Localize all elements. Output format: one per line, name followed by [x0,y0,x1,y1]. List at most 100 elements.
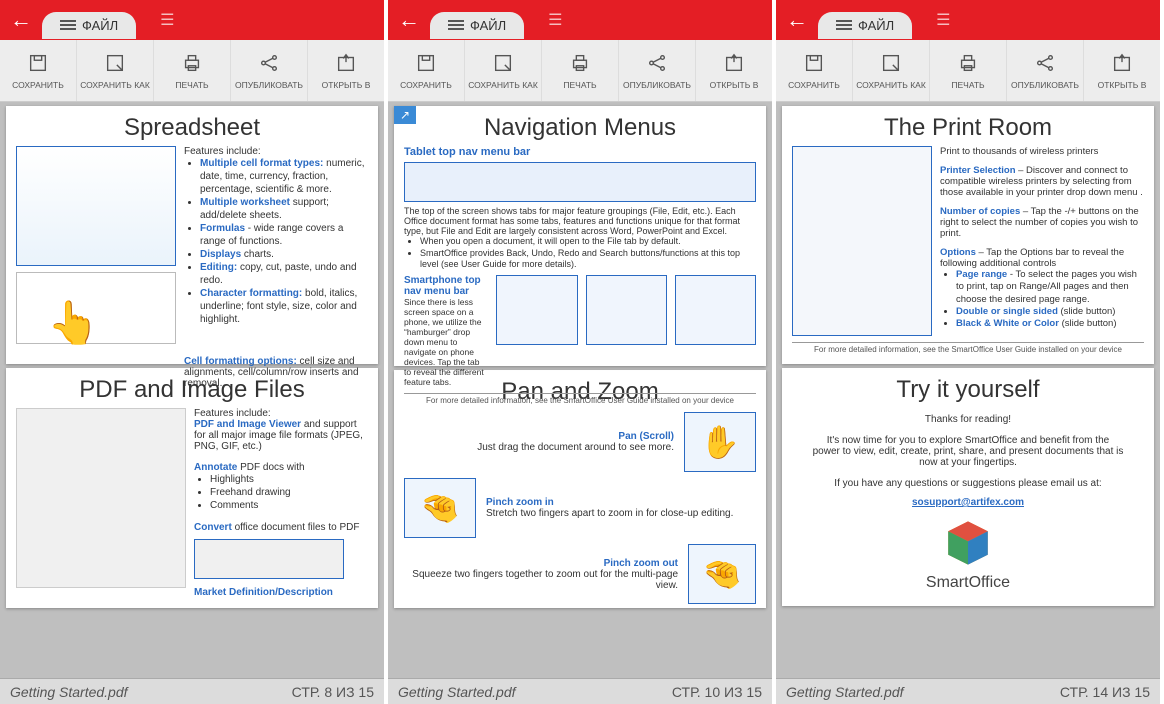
save-icon [27,52,49,78]
list: When you open a document, it will open t… [404,236,756,271]
back-icon[interactable]: ← [398,7,420,33]
topbar: ← ФАЙЛ ☰ [776,0,1160,40]
phone-screen-2: ← ФАЙЛ ☰ СОХРАНИТЬ СОХРАНИТЬ КАК ПЕЧАТЬ … [388,0,776,704]
screenshot-thumb [194,539,344,579]
status-bar: Getting Started.pdf СТР. 8 ИЗ 15 [0,678,384,704]
hand-icon: ✋ [700,423,740,461]
save-as-icon [492,52,514,78]
hamburger-icon [448,18,464,32]
print-icon [957,52,979,78]
open-in-icon [723,52,745,78]
file-tab-label: ФАЙЛ [82,18,118,33]
screenshot-thumb [16,408,186,588]
save-button[interactable]: СОХРАНИТЬ [388,40,465,101]
publish-button[interactable]: ОПУБЛИКОВАТЬ [1007,40,1084,101]
pdf-page-spreadsheet: Spreadsheet 👆 Features include: Multiple… [6,106,378,364]
open-in-icon [335,52,357,78]
pinch-icon: 🤏 [702,555,742,593]
list-icon[interactable]: ☰ [160,10,174,30]
toolbar: СОХРАНИТЬ СОХРАНИТЬ КАК ПЕЧАТЬ ОПУБЛИКОВ… [776,40,1160,102]
page-title: Navigation Menus [404,114,756,142]
topbar: ← ФАЙЛ ☰ [388,0,772,40]
save-button[interactable]: СОХРАНИТЬ [0,40,77,101]
filename: Getting Started.pdf [10,684,128,700]
paragraph: Since there is less screen space on a ph… [404,297,488,387]
file-tab[interactable]: ФАЙЛ [430,12,524,39]
paragraph: The top of the screen shows tabs for maj… [404,206,756,236]
save-as-button[interactable]: СОХРАНИТЬ КАК [853,40,930,101]
features-intro: Features include: [194,408,368,419]
list-icon[interactable]: ☰ [548,10,562,30]
finger-icon: 👆 [47,299,99,348]
file-tab[interactable]: ФАЙЛ [42,12,136,39]
print-button[interactable]: ПЕЧАТЬ [542,40,619,101]
footnote: For more detailed information, see the S… [792,342,1144,354]
subheading: Pinch zoom in [486,497,733,508]
phone-screen-1: ← ФАЙЛ ☰ СОХРАНИТЬ СОХРАНИТЬ КАК ПЕЧАТЬ … [0,0,388,704]
back-icon[interactable]: ← [10,7,32,33]
paragraph: If you have any questions or suggestions… [792,478,1144,489]
page-title: Try it yourself [792,376,1144,404]
subheading: Pinch zoom out [404,558,678,569]
file-tab[interactable]: ФАЙЛ [818,12,912,39]
screenshot-thumb: 👆 [16,272,176,344]
annotate-list: HighlightsFreehand drawingComments [194,473,368,512]
pinch-icon: 🤏 [420,489,460,527]
pdf-page-navigation: ↗ Navigation Menus Tablet top nav menu b… [394,106,766,366]
email-link[interactable]: sosupport@artifex.com [792,497,1144,508]
save-as-button[interactable]: СОХРАНИТЬ КАК [77,40,154,101]
features-intro: Features include: [184,146,368,157]
gesture-thumb: 🤏 [404,478,476,538]
save-icon [415,52,437,78]
back-icon[interactable]: ← [786,7,808,33]
status-bar: Getting Started.pdf СТР. 10 ИЗ 15 [388,678,772,704]
open-in-icon [1111,52,1133,78]
list-icon[interactable]: ☰ [936,10,950,30]
file-tab-label: ФАЙЛ [470,18,506,33]
open-in-button[interactable]: ОТКРЫТЬ В [308,40,384,101]
file-tab-label: ФАЙЛ [858,18,894,33]
open-in-button[interactable]: ОТКРЫТЬ В [696,40,772,101]
publish-button[interactable]: ОПУБЛИКОВАТЬ [231,40,308,101]
share-icon [258,52,280,78]
share-icon [1034,52,1056,78]
hamburger-icon [60,18,76,32]
hamburger-icon [836,18,852,32]
paragraph: It's now time for you to explore SmartOf… [812,435,1124,468]
subheading: Pan (Scroll) [477,431,674,442]
share-icon [646,52,668,78]
subheading: Tablet top nav menu bar [404,146,756,158]
feature-list: Multiple cell format types: numeric, dat… [184,157,368,326]
topbar: ← ФАЙЛ ☰ [0,0,384,40]
heading: Market Definition/Description [194,587,368,598]
filename: Getting Started.pdf [398,684,516,700]
toolbar: СОХРАНИТЬ СОХРАНИТЬ КАК ПЕЧАТЬ ОПУБЛИКОВ… [388,40,772,102]
open-in-button[interactable]: ОТКРЫТЬ В [1084,40,1160,101]
save-button[interactable]: СОХРАНИТЬ [776,40,853,101]
document-area[interactable]: The Print Room Print to thousands of wir… [776,102,1160,678]
page-title: Spreadsheet [16,114,368,142]
gesture-thumb: 🤏 [688,544,756,604]
publish-button[interactable]: ОПУБЛИКОВАТЬ [619,40,696,101]
page-indicator: СТР. 10 ИЗ 15 [672,684,762,700]
print-button[interactable]: ПЕЧАТЬ [154,40,231,101]
print-icon [181,52,203,78]
pdf-page-panzoom: Pan and Zoom Pan (Scroll) Just drag the … [394,370,766,608]
screenshot-thumb [586,275,667,345]
footnote: For more detailed information, see the S… [404,393,756,405]
pdf-page-pdfimage: PDF and Image Files Features include: PD… [6,368,378,608]
paragraph: Squeeze two fingers together to zoom out… [404,569,678,591]
save-as-icon [104,52,126,78]
save-icon [803,52,825,78]
subheading: Smartphone top nav menu bar [404,275,488,297]
filename: Getting Started.pdf [786,684,904,700]
screenshot-thumb [404,162,756,202]
screenshot-thumb [16,146,176,266]
save-as-button[interactable]: СОХРАНИТЬ КАК [465,40,542,101]
toolbar: СОХРАНИТЬ СОХРАНИТЬ КАК ПЕЧАТЬ ОПУБЛИКОВ… [0,40,384,102]
document-area[interactable]: Spreadsheet 👆 Features include: Multiple… [0,102,384,678]
print-button[interactable]: ПЕЧАТЬ [930,40,1007,101]
document-area[interactable]: ↗ Navigation Menus Tablet top nav menu b… [388,102,772,678]
share-badge-icon: ↗ [394,106,416,124]
save-as-icon [880,52,902,78]
